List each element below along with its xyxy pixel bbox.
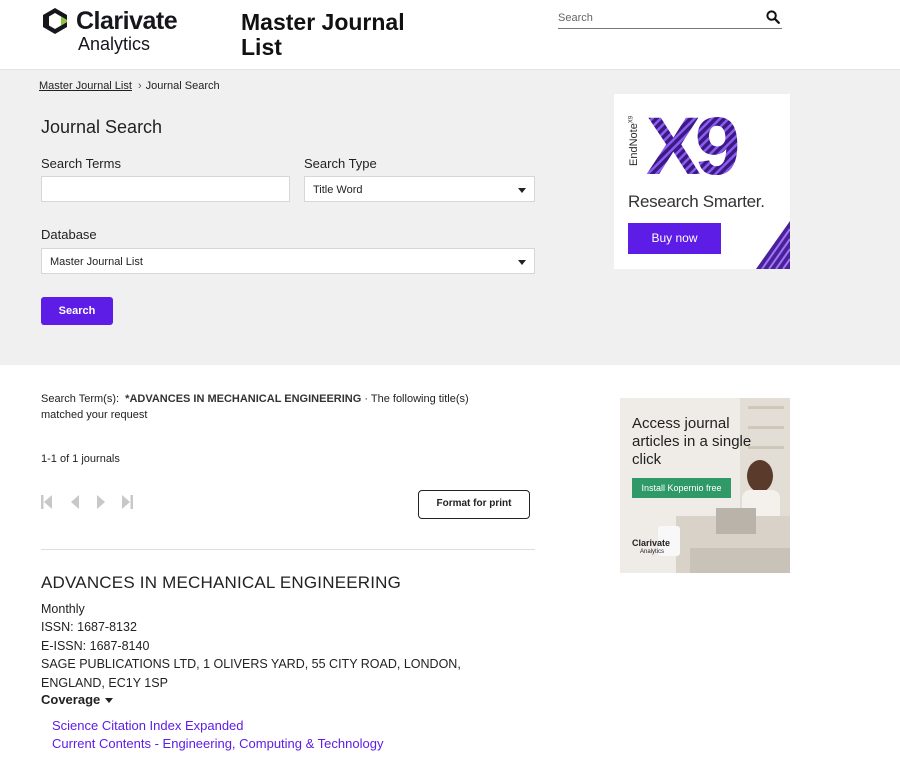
endnote-tagline: Research Smarter. xyxy=(628,192,765,211)
next-page-icon[interactable] xyxy=(96,495,106,509)
journal-publisher: SAGE PUBLICATIONS LTD, 1 OLIVERS YARD, 5… xyxy=(41,657,461,690)
coverage-toggle[interactable]: Coverage xyxy=(41,692,114,707)
kopernio-ad-text: Access journal articles in a single clic… xyxy=(632,415,752,468)
endnote-product-name: EndNote xyxy=(628,123,640,166)
header-search xyxy=(558,8,782,29)
journal-issn: ISSN: 1687-8132 xyxy=(41,620,137,634)
site-header: Clarivate Analytics Master Journal List xyxy=(0,0,900,70)
results-divider xyxy=(41,549,535,550)
endnote-x9-logo-icon: X9 xyxy=(646,110,744,190)
site-title[interactable]: Master Journal List xyxy=(241,10,441,60)
search-terms-input[interactable] xyxy=(41,176,290,202)
search-type-select[interactable]: Title Word xyxy=(304,176,535,202)
search-term-value: *ADVANCES IN MECHANICAL ENGINEERING xyxy=(125,393,362,405)
first-page-icon[interactable] xyxy=(41,495,53,509)
kopernio-logo-line1: Clarivate xyxy=(632,538,671,548)
kopernio-ad[interactable]: Access journal articles in a single clic… xyxy=(620,398,790,573)
search-button[interactable]: Search xyxy=(41,297,113,325)
clarivate-logo[interactable]: Clarivate Analytics xyxy=(40,6,190,56)
clarivate-logo-mark-icon xyxy=(43,8,67,34)
search-term-prefix: Search Term(s): xyxy=(41,393,120,405)
search-type-label: Search Type xyxy=(304,156,377,171)
endnote-version-sup: X9 xyxy=(628,115,635,124)
page-title: Journal Search xyxy=(41,117,163,137)
results-count: 1-1 of 1 journals xyxy=(41,453,120,465)
breadcrumb-separator: › xyxy=(137,80,142,92)
last-page-icon[interactable] xyxy=(121,495,133,509)
search-icon[interactable] xyxy=(766,10,780,24)
breadcrumb-home-link[interactable]: Master Journal List xyxy=(39,80,132,92)
header-search-input[interactable] xyxy=(558,9,758,27)
endnote-ad[interactable]: EndNoteX9 X9 Research Smarter. Buy now xyxy=(614,94,790,269)
breadcrumb: Master Journal List › Journal Search xyxy=(39,80,220,92)
format-for-print-button[interactable]: Format for print xyxy=(418,490,530,519)
logo-text-clarivate: Clarivate xyxy=(76,7,178,35)
database-value: Master Journal List xyxy=(50,256,143,268)
coverage-label: Coverage xyxy=(41,692,101,707)
kopernio-logo-line2: Analytics xyxy=(640,549,665,555)
install-kopernio-button[interactable]: Install Kopernio free xyxy=(632,478,731,498)
decorative-stripes-icon xyxy=(756,221,790,269)
caret-down-icon xyxy=(105,698,114,704)
pagination xyxy=(41,494,141,512)
database-label: Database xyxy=(41,227,97,242)
database-select[interactable]: Master Journal List xyxy=(41,248,535,274)
chevron-down-icon xyxy=(518,260,526,265)
coverage-link-scie[interactable]: Science Citation Index Expanded xyxy=(52,718,244,733)
journal-frequency: Monthly xyxy=(41,602,85,616)
endnote-big-text: X9 xyxy=(646,110,738,190)
search-type-value: Title Word xyxy=(313,184,363,196)
journal-eissn: E-ISSN: 1687-8140 xyxy=(41,639,150,653)
breadcrumb-current: Journal Search xyxy=(145,80,220,92)
journal-title: ADVANCES IN MECHANICAL ENGINEERING xyxy=(41,573,402,592)
coverage-link-current-contents[interactable]: Current Contents - Engineering, Computin… xyxy=(52,736,383,751)
kopernio-ad-clarivate-logo: Clarivate Analytics xyxy=(632,539,670,557)
search-terms-label: Search Terms xyxy=(41,156,121,171)
chevron-down-icon xyxy=(518,188,526,193)
previous-page-icon[interactable] xyxy=(70,495,80,509)
buy-now-button[interactable]: Buy now xyxy=(628,223,721,254)
logo-text-analytics: Analytics xyxy=(78,34,151,54)
search-term-summary: Search Term(s): *ADVANCES IN MECHANICAL … xyxy=(41,391,511,423)
endnote-product-label: EndNoteX9 xyxy=(628,116,640,166)
